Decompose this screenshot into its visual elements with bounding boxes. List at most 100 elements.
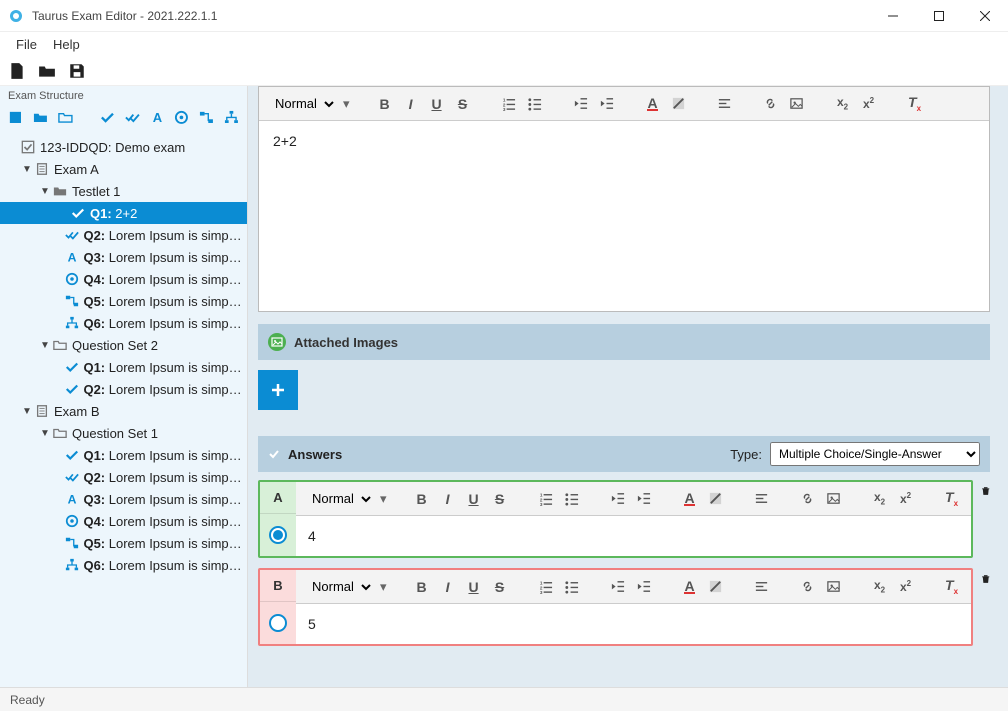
bold-button[interactable]: B: [374, 93, 396, 115]
bold-button[interactable]: B: [411, 576, 433, 598]
check-icon[interactable]: [100, 110, 115, 126]
italic-button[interactable]: I: [437, 488, 459, 510]
save-file-icon[interactable]: [68, 62, 86, 80]
clear-format-button[interactable]: Tx: [941, 488, 963, 510]
add-image-button[interactable]: [258, 370, 298, 410]
double-check-icon[interactable]: [125, 110, 140, 126]
bold-button[interactable]: B: [411, 488, 433, 510]
subscript-button[interactable]: x2: [869, 488, 891, 510]
outdent-button[interactable]: [570, 93, 592, 115]
indent-button[interactable]: [633, 576, 655, 598]
tree-exam[interactable]: ▼Exam A: [0, 158, 247, 180]
open-file-icon[interactable]: [38, 62, 56, 80]
tree-question[interactable]: Q4: Lorem Ipsum is simply du: [0, 268, 247, 290]
exam-icon[interactable]: [8, 110, 23, 126]
format-select[interactable]: Normal: [304, 487, 374, 511]
image-button[interactable]: [823, 576, 845, 598]
indent-button[interactable]: [596, 93, 618, 115]
image-button[interactable]: [786, 93, 808, 115]
clear-format-button[interactable]: Tx: [941, 576, 963, 598]
bg-color-button[interactable]: [668, 93, 690, 115]
close-button[interactable]: [962, 0, 1008, 32]
text-color-button[interactable]: A: [679, 488, 701, 510]
ol-button[interactable]: 123: [498, 93, 520, 115]
superscript-button[interactable]: x2: [895, 576, 917, 598]
tree-question[interactable]: Q6: Lorem Ipsum is simply du: [0, 554, 247, 576]
superscript-button[interactable]: x2: [895, 488, 917, 510]
image-button[interactable]: [823, 488, 845, 510]
answer-body[interactable]: 5: [296, 604, 971, 644]
superscript-button[interactable]: x2: [858, 93, 880, 115]
link-button[interactable]: [797, 488, 819, 510]
align-button[interactable]: [714, 93, 736, 115]
answer-radio[interactable]: [269, 614, 287, 632]
outdent-button[interactable]: [607, 488, 629, 510]
strike-button[interactable]: S: [489, 576, 511, 598]
bg-color-button[interactable]: [705, 576, 727, 598]
delete-answer-icon[interactable]: [981, 486, 990, 504]
delete-answer-icon[interactable]: [981, 574, 990, 592]
subscript-button[interactable]: x2: [869, 576, 891, 598]
tree-question[interactable]: Q1: Lorem Ipsum is simply du: [0, 444, 247, 466]
tree-question[interactable]: Q5: Lorem Ipsum is simply du: [0, 290, 247, 312]
underline-button[interactable]: U: [463, 576, 485, 598]
text-color-button[interactable]: A: [679, 576, 701, 598]
ul-button[interactable]: [561, 488, 583, 510]
tree-question[interactable]: Q2: Lorem Ipsum is simply du: [0, 378, 247, 400]
answer-body[interactable]: 4: [296, 516, 971, 556]
folder-outline-icon[interactable]: [58, 110, 73, 126]
menu-help[interactable]: Help: [45, 35, 88, 54]
text-color-button[interactable]: A: [642, 93, 664, 115]
italic-button[interactable]: I: [400, 93, 422, 115]
ol-button[interactable]: 123: [535, 576, 557, 598]
tree-question[interactable]: Q6: Lorem Ipsum is simply du: [0, 312, 247, 334]
answer-radio[interactable]: [269, 526, 287, 544]
tree-question[interactable]: Q2: Lorem Ipsum is simply du: [0, 224, 247, 246]
italic-button[interactable]: I: [437, 576, 459, 598]
drag-icon[interactable]: [199, 110, 214, 126]
target-icon[interactable]: [174, 110, 189, 126]
tree-question[interactable]: Q2: Lorem Ipsum is simply du: [0, 466, 247, 488]
format-select[interactable]: Normal: [304, 575, 374, 599]
indent-button[interactable]: [633, 488, 655, 510]
minimize-button[interactable]: [870, 0, 916, 32]
clear-format-button[interactable]: Tx: [904, 93, 926, 115]
link-button[interactable]: [797, 576, 819, 598]
svg-text:3: 3: [540, 502, 543, 506]
tree-icon[interactable]: [224, 110, 239, 126]
ol-button[interactable]: 123: [535, 488, 557, 510]
strike-button[interactable]: S: [452, 93, 474, 115]
tree-exam[interactable]: ▼Exam B: [0, 400, 247, 422]
tree-question[interactable]: AQ3: Lorem Ipsum is simply du: [0, 488, 247, 510]
tree-set[interactable]: ▼Question Set 1: [0, 422, 247, 444]
tree-root[interactable]: 123-IDDQD: Demo exam: [0, 136, 247, 158]
tree-question[interactable]: Q1: Lorem Ipsum is simply du: [0, 356, 247, 378]
ul-button[interactable]: [561, 576, 583, 598]
answer-type-select[interactable]: Multiple Choice/Single-Answer: [770, 442, 980, 466]
underline-button[interactable]: U: [426, 93, 448, 115]
subscript-button[interactable]: x2: [832, 93, 854, 115]
align-button[interactable]: [751, 576, 773, 598]
ul-button[interactable]: [524, 93, 546, 115]
menu-file[interactable]: File: [8, 35, 45, 54]
bg-color-button[interactable]: [705, 488, 727, 510]
tree-set[interactable]: ▼Question Set 2: [0, 334, 247, 356]
tree-question[interactable]: Q5: Lorem Ipsum is simply du: [0, 532, 247, 554]
new-file-icon[interactable]: [8, 62, 26, 80]
align-button[interactable]: [751, 488, 773, 510]
outdent-button[interactable]: [607, 576, 629, 598]
format-select[interactable]: Normal: [267, 92, 337, 116]
tree-question[interactable]: AQ3: Lorem Ipsum is simply du: [0, 246, 247, 268]
svg-text:3: 3: [540, 590, 543, 594]
tree-question[interactable]: Q4: Lorem Ipsum is simply du: [0, 510, 247, 532]
letter-a-icon[interactable]: A: [150, 110, 165, 126]
question-body[interactable]: 2+2: [259, 121, 989, 311]
strike-button[interactable]: S: [489, 488, 511, 510]
underline-button[interactable]: U: [463, 488, 485, 510]
folder-solid-icon[interactable]: [33, 110, 48, 126]
maximize-button[interactable]: [916, 0, 962, 32]
link-button[interactable]: [760, 93, 782, 115]
tree-question[interactable]: Q1: 2+2: [0, 202, 247, 224]
rich-text-toolbar: Normal ▾ BIUS123Ax2x2Tx: [259, 87, 989, 121]
tree-set[interactable]: ▼Testlet 1: [0, 180, 247, 202]
